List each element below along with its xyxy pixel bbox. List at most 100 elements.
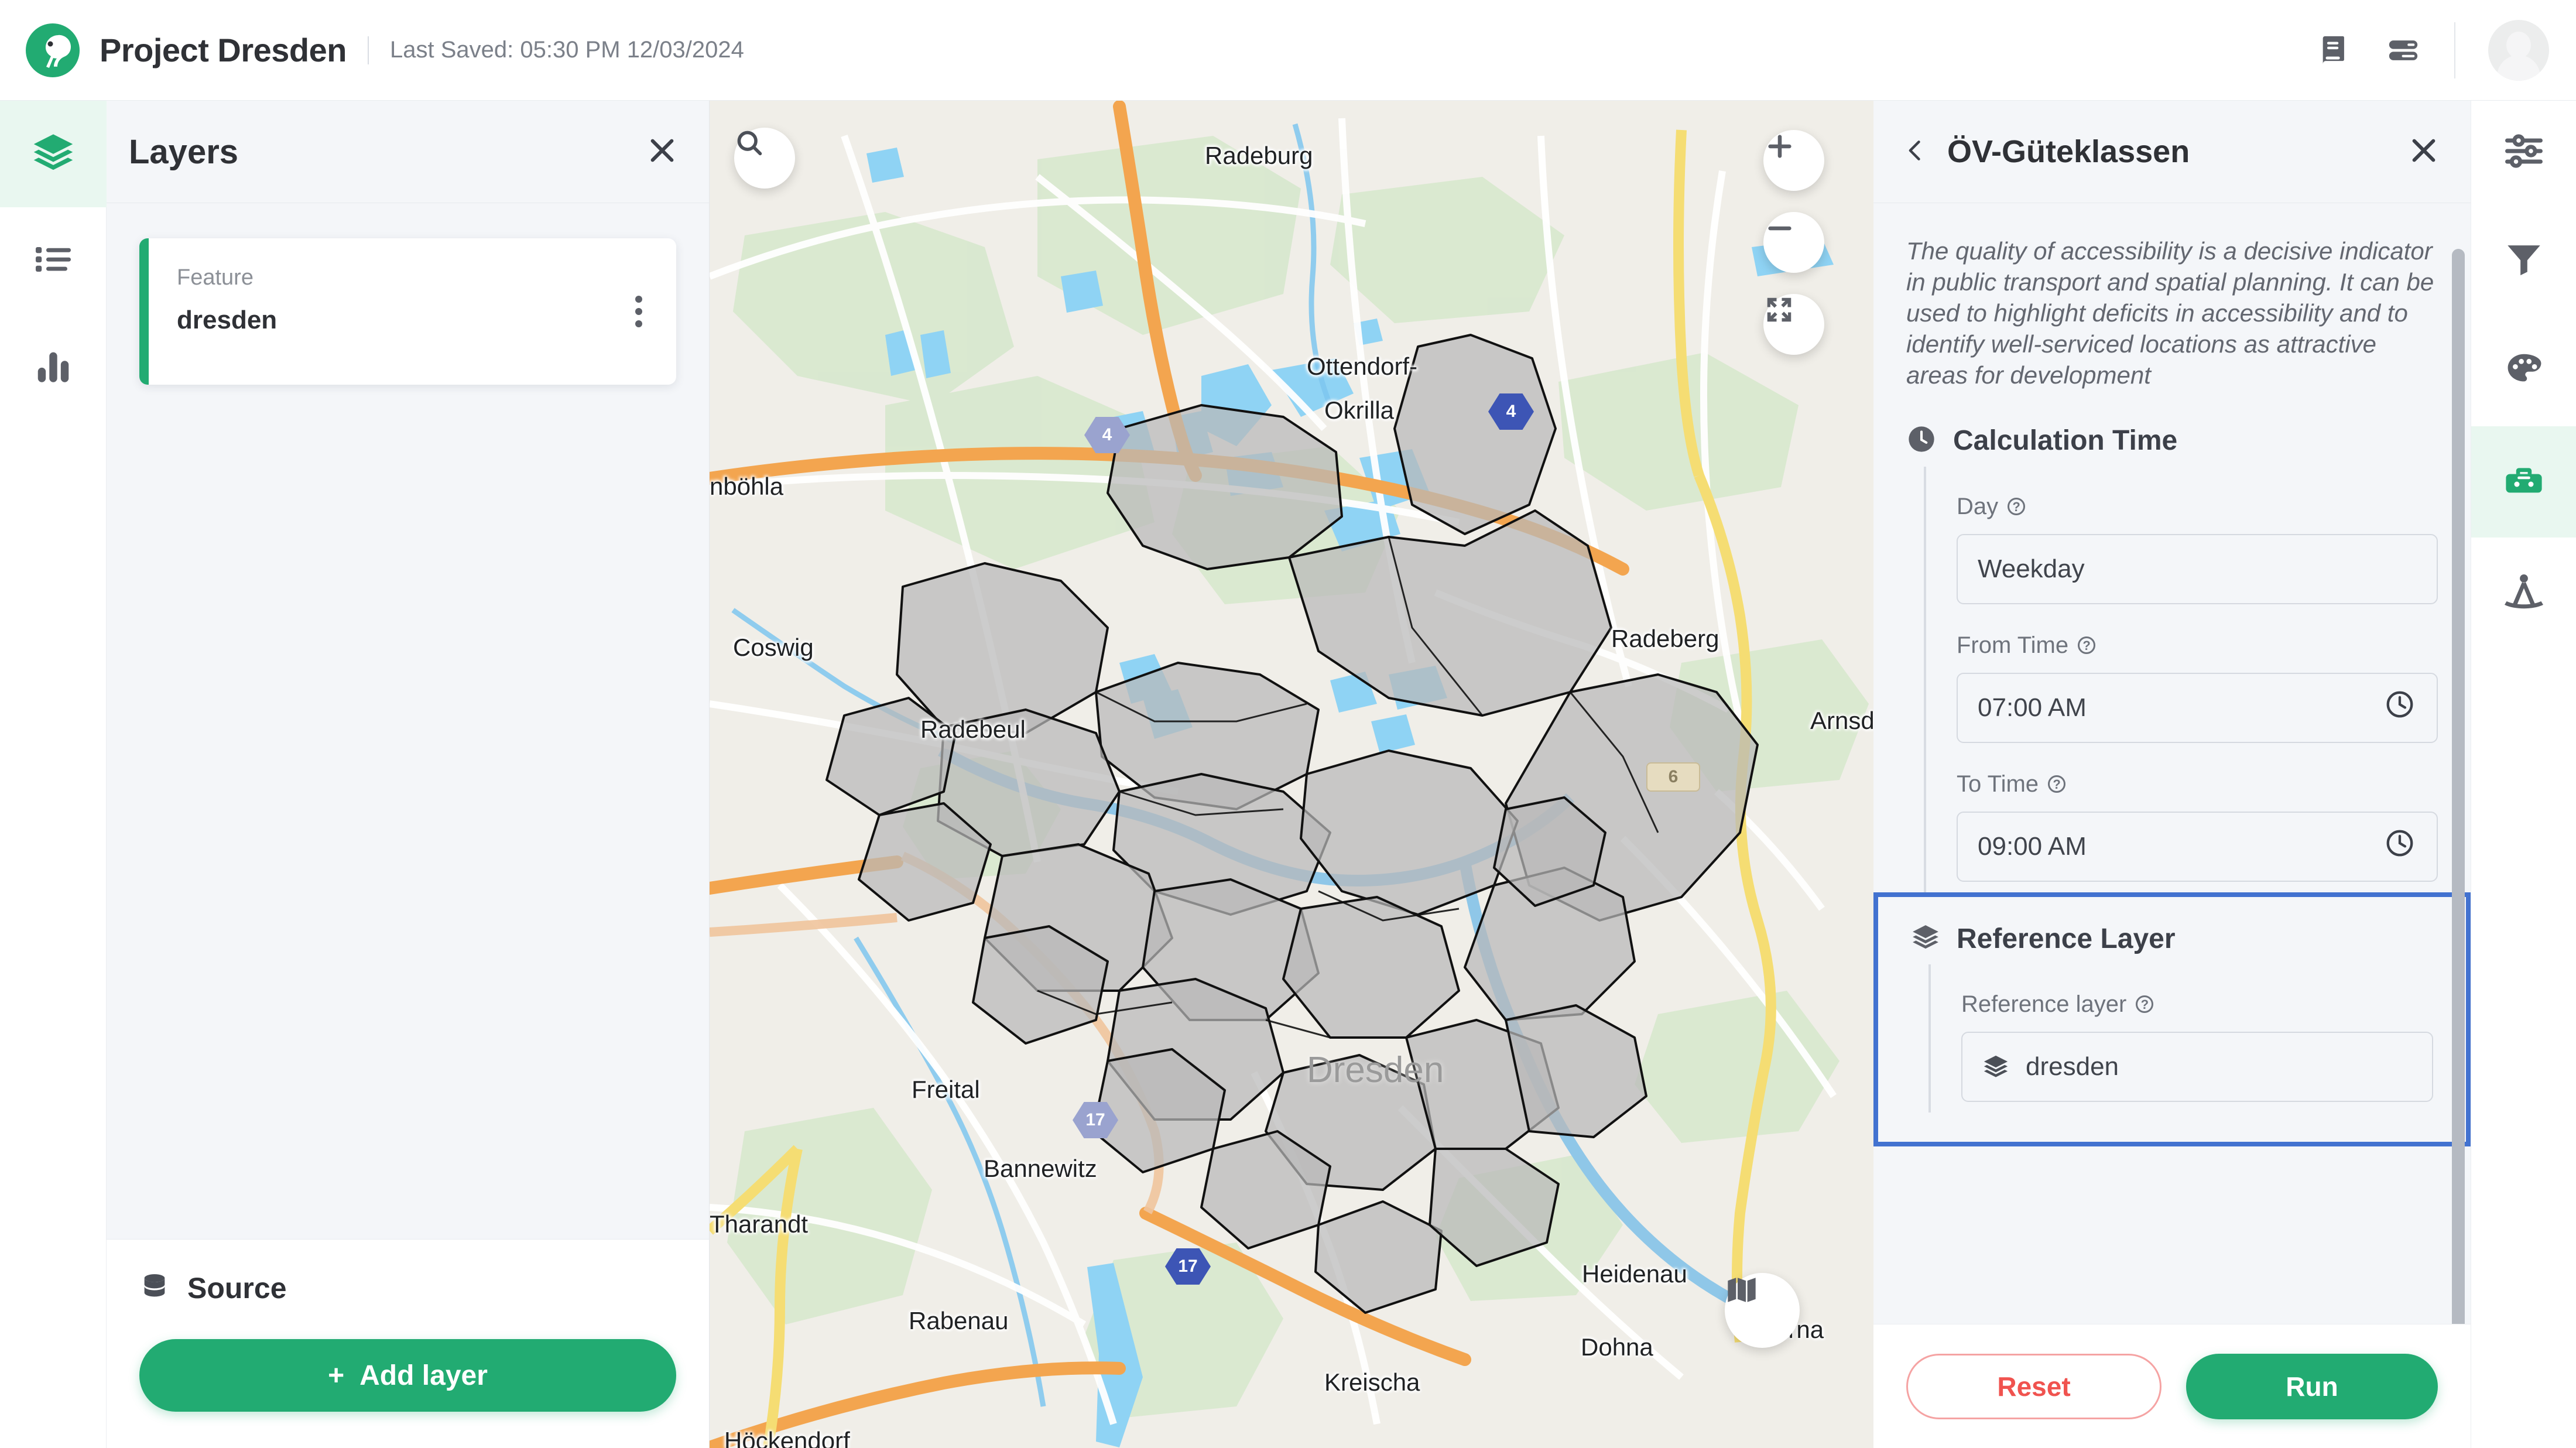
goat-logo-icon[interactable]	[25, 22, 81, 78]
header-divider	[368, 36, 369, 64]
day-value: Weekday	[1978, 554, 2085, 583]
rail-item-style[interactable]	[2471, 315, 2576, 426]
app-root: Project Dresden Last Saved: 05:30 PM 12/…	[0, 0, 2576, 1448]
field-to-time-label-row: To Time ?	[1957, 771, 2438, 797]
help-icon[interactable]: ?	[2008, 498, 2026, 516]
layers-icon	[1911, 923, 1940, 955]
close-icon[interactable]	[646, 134, 679, 170]
scrollbar-thumb[interactable]	[2452, 249, 2465, 1324]
header-actions	[2316, 0, 2576, 100]
calculation-time-fields: Day ? Weekday From Time ? 07:00 AM To Ti…	[1924, 466, 2438, 892]
field-from-time: From Time ? 07:00 AM	[1957, 632, 2438, 743]
source-row: Source	[139, 1271, 676, 1305]
chevron-left-icon[interactable]	[1896, 125, 1940, 179]
filter-icon	[2503, 238, 2544, 282]
reference-layer-section-header: Reference Layer	[1911, 923, 2433, 955]
layers-icon	[31, 131, 76, 178]
field-to-time-label: To Time	[1957, 771, 2039, 797]
rail-item-toolbox[interactable]	[2471, 426, 2576, 538]
calculation-time-section-header: Calculation Time	[1906, 424, 2438, 457]
rail-item-layers[interactable]	[0, 101, 107, 207]
app-header: Project Dresden Last Saved: 05:30 PM 12/…	[0, 0, 2576, 101]
map-search-button[interactable]	[734, 128, 795, 189]
legend-list-icon	[32, 238, 74, 283]
to-time-input[interactable]: 09:00 AM	[1957, 811, 2438, 882]
map-basemap	[710, 101, 1873, 1448]
right-icon-rail	[2471, 101, 2576, 1448]
rail-item-measure[interactable]	[2471, 538, 2576, 649]
help-icon[interactable]: ?	[2048, 775, 2066, 793]
left-icon-rail	[0, 101, 107, 1448]
list-item[interactable]: Feature dresden	[139, 238, 676, 385]
reset-button[interactable]: Reset	[1906, 1353, 2161, 1419]
zoom-out-button[interactable]	[1763, 212, 1824, 273]
clock-icon[interactable]	[2384, 827, 2416, 865]
layer-accent-bar	[139, 238, 149, 385]
source-label: Source	[187, 1272, 287, 1305]
plus-icon: +	[328, 1360, 345, 1391]
layer-kind-label: Feature	[177, 265, 254, 290]
layer-name-label: dresden	[177, 306, 278, 334]
layers-panel-title: Layers	[129, 132, 239, 171]
field-reference-layer-label-row: Reference layer ?	[1961, 991, 2433, 1018]
clock-icon	[1906, 424, 1937, 457]
field-day: Day ? Weekday	[1957, 494, 2438, 604]
from-time-input[interactable]: 07:00 AM	[1957, 672, 2438, 743]
add-layer-label: Add layer	[359, 1360, 488, 1391]
tool-panel-footer: Reset Run	[1873, 1324, 2471, 1448]
reference-layer-value: dresden	[2026, 1052, 2119, 1081]
layer-card-body: Feature dresden	[149, 238, 676, 385]
basemap-style-button[interactable]	[1725, 1273, 1800, 1348]
rail-item-settings[interactable]	[2471, 101, 2576, 204]
tool-panel-content: The quality of accessibility is a decisi…	[1873, 203, 2471, 1146]
chart-bar-icon	[33, 345, 74, 389]
reference-layer-select[interactable]: dresden	[1961, 1031, 2433, 1102]
tool-description: The quality of accessibility is a decisi…	[1906, 237, 2434, 389]
sliders-icon	[2503, 130, 2545, 175]
server-stack-icon[interactable]	[2385, 32, 2421, 69]
rail-item-charts[interactable]	[0, 314, 107, 420]
zoom-in-button[interactable]	[1763, 130, 1824, 191]
field-from-time-label-row: From Time ?	[1957, 632, 2438, 659]
palette-icon	[2503, 349, 2544, 393]
map-canvas[interactable]: Radeburg Ottendorf- Okrilla nböhla Coswig Rad…	[710, 101, 1873, 1448]
compass-drafting-icon	[2503, 571, 2545, 616]
database-icon	[139, 1272, 170, 1305]
toolbox-icon	[2503, 460, 2545, 505]
more-vertical-icon[interactable]	[629, 285, 648, 338]
documentation-book-icon[interactable]	[2316, 32, 2352, 69]
tool-panel: ÖV-Güteklassen The quality of accessibil…	[1873, 101, 2471, 1448]
field-reference-layer-label: Reference layer	[1961, 991, 2127, 1017]
tool-panel-scroll-area: The quality of accessibility is a decisi…	[1873, 203, 2471, 1324]
help-icon[interactable]: ?	[2078, 636, 2096, 655]
field-day-label: Day	[1957, 493, 1999, 519]
run-button[interactable]: Run	[2186, 1353, 2438, 1419]
reference-layer-section: Reference Layer Reference layer ? dresde…	[1873, 892, 2471, 1146]
layers-panel: Layers Feature dresden Source + Add laye…	[107, 101, 710, 1448]
tool-panel-title: ÖV-Güteklassen	[1947, 134, 2190, 169]
close-icon[interactable]	[2407, 134, 2440, 170]
reference-layer-title: Reference Layer	[1957, 923, 2176, 954]
project-title: Project Dresden	[100, 32, 347, 69]
layers-panel-header: Layers	[107, 101, 709, 203]
header-vertical-divider	[2454, 22, 2455, 78]
layers-list: Feature dresden	[107, 203, 709, 1239]
field-reference-layer: Reference layer ? dresden	[1961, 991, 2433, 1102]
tool-panel-header: ÖV-Güteklassen	[1873, 101, 2471, 203]
rail-item-filter[interactable]	[2471, 204, 2576, 315]
to-time-value: 09:00 AM	[1978, 831, 2087, 861]
add-layer-button[interactable]: + Add layer	[139, 1339, 676, 1412]
field-to-time: To Time ? 09:00 AM	[1957, 771, 2438, 882]
layers-icon	[1982, 1053, 2009, 1080]
avatar[interactable]	[2488, 19, 2549, 81]
rail-item-legend[interactable]	[0, 207, 107, 314]
reference-layer-fields: Reference layer ? dresden	[1928, 964, 2433, 1112]
help-icon[interactable]: ?	[2136, 995, 2154, 1014]
day-select[interactable]: Weekday	[1957, 533, 2438, 604]
layers-panel-footer: Source + Add layer	[107, 1239, 709, 1448]
clock-icon[interactable]	[2384, 689, 2416, 727]
from-time-value: 07:00 AM	[1978, 693, 2087, 722]
field-day-label-row: Day ?	[1957, 494, 2438, 520]
calculation-time-title: Calculation Time	[1953, 425, 2178, 456]
fit-bounds-button[interactable]	[1763, 294, 1824, 355]
